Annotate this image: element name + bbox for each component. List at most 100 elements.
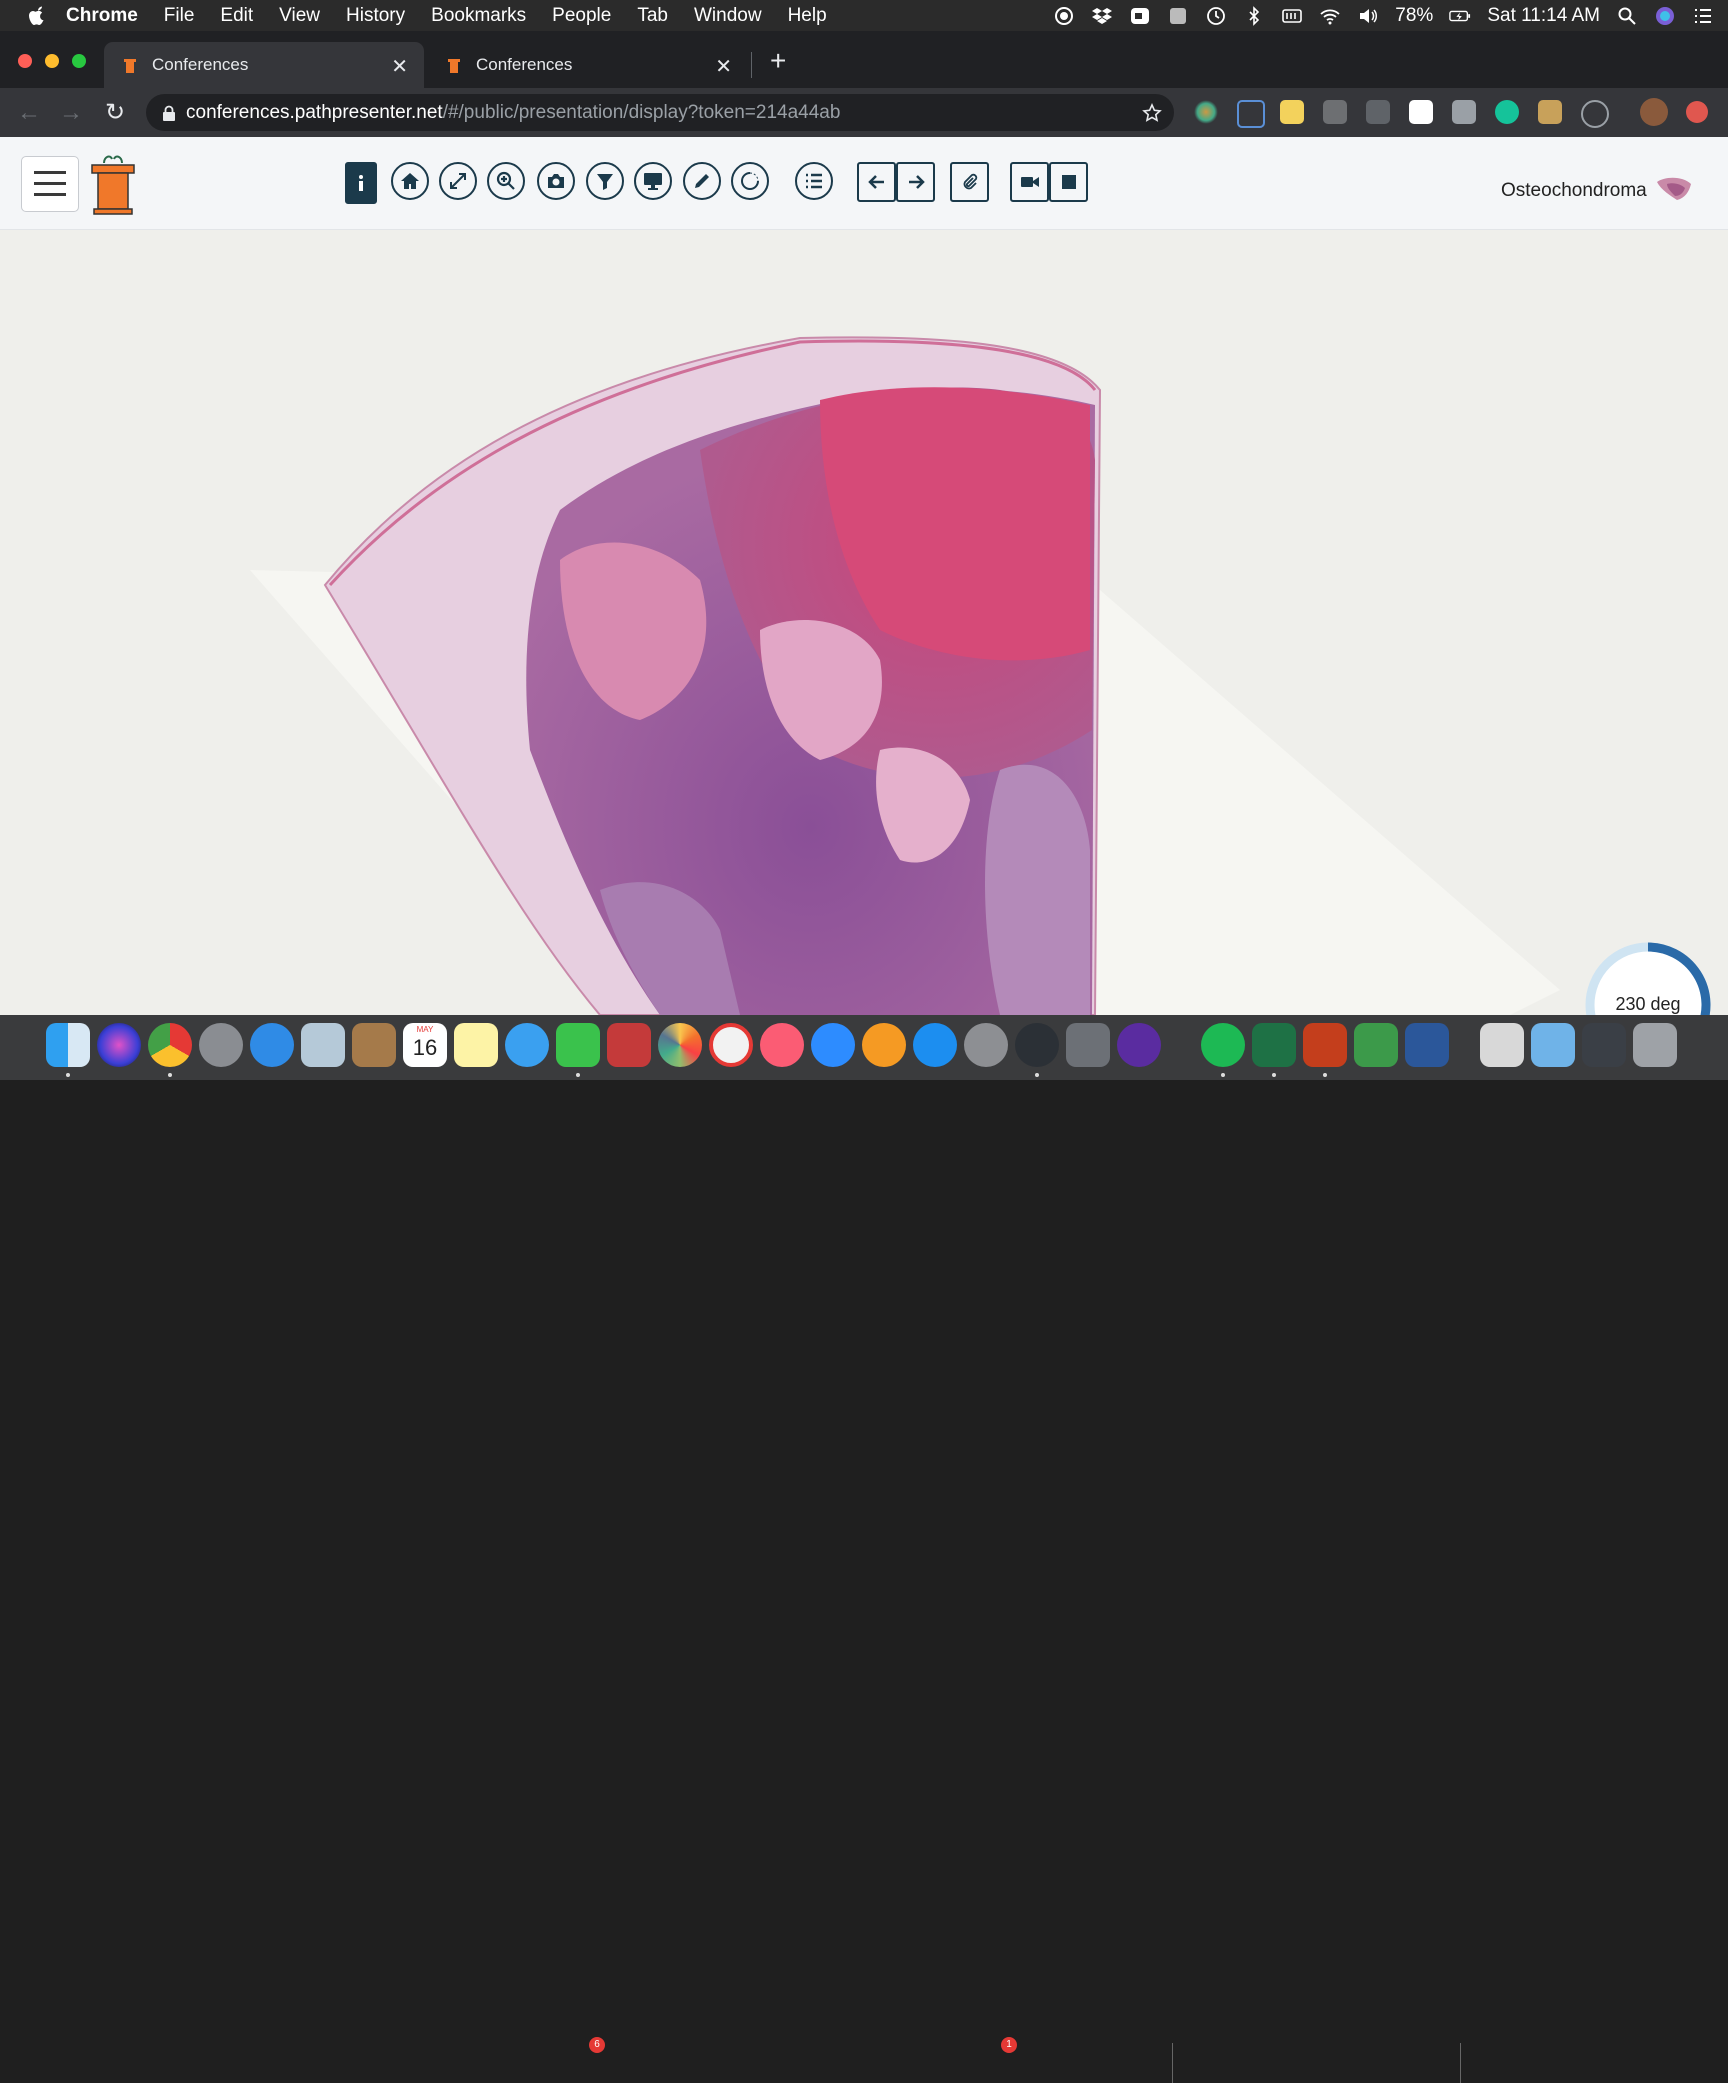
- color-picker-extension-icon[interactable]: [1194, 100, 1218, 124]
- chrome-app-icon[interactable]: [148, 1023, 192, 1067]
- wifi-icon[interactable]: [1319, 6, 1341, 26]
- excel-app-icon[interactable]: [1252, 1023, 1296, 1067]
- app-store-icon[interactable]: [913, 1023, 957, 1067]
- siri-app-icon[interactable]: [97, 1023, 141, 1067]
- address-bar[interactable]: conferences.pathpresenter.net/#/public/p…: [146, 94, 1174, 131]
- grey-extension-icon[interactable]: [1323, 100, 1347, 124]
- spotlight-search-icon[interactable]: [1616, 6, 1638, 26]
- volume-icon[interactable]: [1357, 6, 1379, 26]
- news-app-icon[interactable]: [709, 1023, 753, 1067]
- powerpoint-app-icon[interactable]: [1303, 1023, 1347, 1067]
- window-zoom-button[interactable]: [72, 54, 86, 68]
- attachment-button[interactable]: [950, 162, 989, 202]
- new-tab-icon[interactable]: +: [770, 45, 786, 77]
- browser-tab-1[interactable]: Conferences ✕: [104, 42, 424, 88]
- slide-thumbnail[interactable]: [1653, 174, 1695, 204]
- clapper-extension-icon[interactable]: [1538, 100, 1562, 124]
- hamburger-menu-button[interactable]: [21, 156, 79, 212]
- signature-extension-icon[interactable]: [1237, 100, 1265, 128]
- safari-app-icon[interactable]: [250, 1023, 294, 1067]
- music-app-icon[interactable]: [760, 1023, 804, 1067]
- photo-booth-app-icon[interactable]: [607, 1023, 651, 1067]
- search-extension-icon[interactable]: [1409, 100, 1433, 124]
- contacts-app-icon[interactable]: [352, 1023, 396, 1067]
- quicktime-app-icon[interactable]: [1015, 1023, 1059, 1067]
- tissue-slide-image[interactable]: [0, 230, 1728, 1015]
- tool-menubar-icon[interactable]: [1167, 6, 1189, 26]
- award-extension-icon[interactable]: [1581, 100, 1609, 128]
- photos-app-icon[interactable]: [658, 1023, 702, 1067]
- window-close-button[interactable]: [18, 54, 32, 68]
- menu-bookmarks[interactable]: Bookmarks: [431, 5, 526, 27]
- slide-list-button[interactable]: [795, 162, 833, 200]
- menu-app-name[interactable]: Chrome: [66, 5, 138, 27]
- menu-view[interactable]: View: [279, 5, 320, 27]
- back-arrow-icon[interactable]: ←: [16, 100, 42, 126]
- slide-viewer[interactable]: 230 deg: [0, 230, 1728, 1015]
- present-button[interactable]: [634, 162, 672, 200]
- lock-icon[interactable]: [162, 105, 176, 121]
- mail-app-icon[interactable]: [301, 1023, 345, 1067]
- menu-window[interactable]: Window: [694, 5, 762, 27]
- update-chrome-icon[interactable]: [1686, 101, 1708, 123]
- bookmark-star-icon[interactable]: [1142, 103, 1162, 123]
- home-button[interactable]: [391, 162, 429, 200]
- filter-button[interactable]: [586, 162, 624, 200]
- close-tab-icon[interactable]: ✕: [715, 54, 732, 79]
- notes-app-icon[interactable]: [454, 1023, 498, 1067]
- profile-avatar[interactable]: [1640, 98, 1668, 126]
- menu-tab[interactable]: Tab: [637, 5, 668, 27]
- menu-help[interactable]: Help: [788, 5, 827, 27]
- menubar-clock[interactable]: Sat 11:14 AM: [1487, 5, 1600, 27]
- notes-extension-icon[interactable]: [1280, 100, 1304, 124]
- apple-icon[interactable]: [26, 5, 48, 27]
- utilities-app-icon[interactable]: [1066, 1023, 1110, 1067]
- calendar-app-icon[interactable]: MAY 16: [403, 1023, 447, 1067]
- menu-people[interactable]: People: [552, 5, 611, 27]
- system-preferences-icon[interactable]: [964, 1023, 1008, 1067]
- forward-arrow-icon[interactable]: →: [58, 100, 84, 126]
- word-app-icon[interactable]: [1405, 1023, 1449, 1067]
- grammarly-extension-icon[interactable]: [1495, 100, 1519, 124]
- zoom-app-icon[interactable]: [1129, 6, 1151, 26]
- podium-logo-icon[interactable]: [90, 151, 136, 215]
- trash-icon[interactable]: [1633, 1023, 1677, 1067]
- menu-history[interactable]: History: [346, 5, 405, 27]
- info-button[interactable]: [345, 162, 377, 204]
- notification-center-icon[interactable]: [1692, 6, 1714, 26]
- imovie-app-icon[interactable]: [1117, 1023, 1161, 1067]
- books-app-icon[interactable]: [862, 1023, 906, 1067]
- record-video-button[interactable]: [1010, 162, 1049, 202]
- browser-tab-2[interactable]: Conferences ✕: [428, 42, 748, 88]
- screenshots-stack-icon[interactable]: [1582, 1023, 1626, 1067]
- previous-slide-button[interactable]: [857, 162, 896, 202]
- battery-percent[interactable]: 78%: [1395, 5, 1433, 27]
- installer-app-icon[interactable]: [1354, 1023, 1398, 1067]
- dropbox-icon[interactable]: [1091, 6, 1113, 26]
- facetime-app-icon[interactable]: [556, 1023, 600, 1067]
- next-slide-button[interactable]: [896, 162, 935, 202]
- bluetooth-icon[interactable]: [1243, 5, 1265, 26]
- messages-app-icon[interactable]: [505, 1023, 549, 1067]
- rotate-button[interactable]: [731, 162, 769, 200]
- reload-icon[interactable]: ↻: [102, 100, 128, 126]
- stop-recording-button[interactable]: [1049, 162, 1088, 202]
- time-machine-icon[interactable]: [1205, 6, 1227, 26]
- folder-stack-icon[interactable]: [1531, 1023, 1575, 1067]
- menu-file[interactable]: File: [164, 5, 195, 27]
- screen-record-icon[interactable]: [1053, 6, 1075, 26]
- battery-icon[interactable]: [1449, 6, 1471, 26]
- dsh-extension-icon[interactable]: [1366, 100, 1390, 124]
- launchpad-app-icon[interactable]: [199, 1023, 243, 1067]
- siri-icon[interactable]: [1654, 6, 1676, 26]
- zoom-app-icon[interactable]: [811, 1023, 855, 1067]
- finder-app-icon[interactable]: [46, 1023, 90, 1067]
- spotify-app-icon[interactable]: [1201, 1023, 1245, 1067]
- k-extension-icon[interactable]: [1452, 100, 1476, 124]
- memory-icon[interactable]: [1281, 6, 1303, 26]
- close-tab-icon[interactable]: ✕: [391, 54, 408, 79]
- annotate-button[interactable]: [683, 162, 721, 200]
- fullscreen-button[interactable]: [439, 162, 477, 200]
- snapshot-button[interactable]: [537, 162, 575, 200]
- menu-edit[interactable]: Edit: [220, 5, 253, 27]
